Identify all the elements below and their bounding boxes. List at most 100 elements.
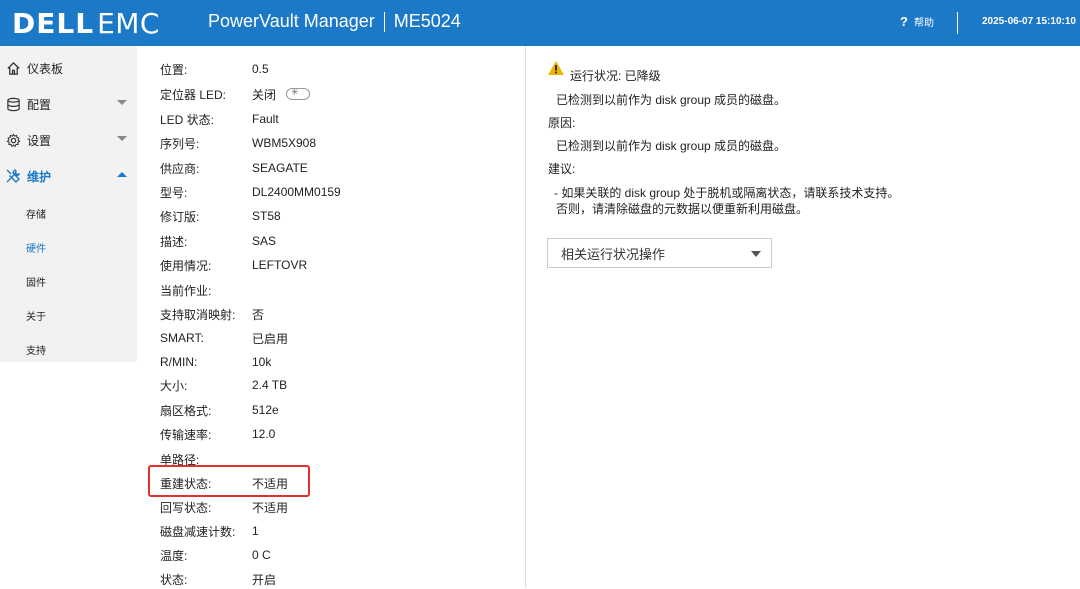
reason-label: 原因: bbox=[548, 116, 576, 130]
detail-value: 开启 bbox=[252, 572, 277, 587]
sidebar-item-label: 维护 bbox=[27, 169, 52, 184]
logo-emc-text: EMC bbox=[97, 6, 160, 40]
detail-label: 扇区格式: bbox=[160, 403, 212, 418]
detail-value: 不适用 bbox=[252, 500, 289, 515]
detail-row-current-job: 当前作业: bbox=[160, 280, 500, 300]
detail-label: 修订版: bbox=[160, 209, 200, 224]
chevron-down-icon bbox=[117, 136, 127, 141]
gear-icon bbox=[5, 132, 21, 148]
detail-label: 支持取消映射: bbox=[160, 307, 236, 322]
detail-row-sector-format: 扇区格式: 512e bbox=[160, 400, 500, 420]
recommendation-line-1: - 如果关联的 disk group 处于脱机或隔离状态，请联系技术支持。 bbox=[554, 186, 900, 200]
detail-value: LEFTOVR bbox=[252, 258, 308, 272]
top-header: DELL EMC PowerVault Manager ME5024 ? 帮助 … bbox=[0, 0, 1080, 46]
detail-row-model: 型号: DL2400MM0159 bbox=[160, 182, 500, 202]
detail-value: 1 bbox=[252, 524, 259, 538]
detail-value: SAS bbox=[252, 234, 277, 248]
detail-label: 序列号: bbox=[160, 136, 200, 151]
detail-label: 大小: bbox=[160, 378, 188, 393]
detail-label: 型号: bbox=[160, 185, 188, 200]
sidebar: 仪表板 配置 设置 维护 存储 硬件 固件 关于 支持 bbox=[0, 46, 137, 362]
tools-icon bbox=[5, 168, 21, 184]
sidebar-item-label: 配置 bbox=[27, 97, 52, 112]
subnav-firmware[interactable]: 固件 bbox=[26, 274, 46, 289]
detail-value-wrap: 关闭 bbox=[252, 86, 311, 103]
detail-value: 2.4 TB bbox=[252, 378, 288, 392]
detail-row-rpm: R/MIN: 10k bbox=[160, 352, 500, 372]
sidebar-item-label: 设置 bbox=[27, 133, 52, 148]
recommendation-label: 建议: bbox=[548, 162, 576, 176]
sidebar-item-dashboard[interactable]: 仪表板 bbox=[0, 50, 137, 86]
detail-value: 关闭 bbox=[252, 87, 277, 102]
detail-row-transfer-rate: 传输速率: 12.0 bbox=[160, 424, 500, 444]
health-status-text: 已检测到以前作为 disk group 成员的磁盘。 bbox=[556, 93, 787, 107]
sidebar-item-maintenance[interactable]: 维护 bbox=[0, 158, 137, 194]
title-separator bbox=[383, 11, 385, 32]
detail-label: SMART: bbox=[160, 331, 204, 345]
detail-label: 描述: bbox=[160, 234, 188, 249]
product-name: PowerVault Manager bbox=[208, 11, 375, 31]
help-button[interactable]: ? 帮助 bbox=[900, 14, 934, 29]
detail-label: 磁盘减速计数: bbox=[160, 524, 236, 539]
sidebar-item-configuration[interactable]: 配置 bbox=[0, 86, 137, 122]
locator-led-toggle[interactable] bbox=[286, 87, 311, 100]
header-separator bbox=[957, 12, 958, 34]
home-icon bbox=[5, 60, 21, 76]
detail-value: DL2400MM0159 bbox=[252, 185, 341, 199]
detail-row-serial: 序列号: WBM5X908 bbox=[160, 133, 500, 153]
subnav-about[interactable]: 关于 bbox=[26, 308, 46, 323]
warning-icon bbox=[547, 60, 565, 76]
detail-label: LED 状态: bbox=[160, 112, 215, 127]
detail-label: 状态: bbox=[160, 572, 188, 587]
sidebar-item-settings[interactable]: 设置 bbox=[0, 122, 137, 158]
detail-value: 0.5 bbox=[252, 62, 269, 76]
detail-label: 定位器 LED: bbox=[160, 87, 227, 102]
detail-row-size: 大小: 2.4 TB bbox=[160, 375, 500, 395]
logo-dell-text: DELL bbox=[12, 6, 95, 40]
detail-row-description: 描述: SAS bbox=[160, 231, 500, 251]
dropdown-label: 相关运行状况操作 bbox=[561, 246, 666, 262]
detail-label: 使用情况: bbox=[160, 258, 212, 273]
detail-value: 否 bbox=[252, 307, 265, 322]
reason-text: 已检测到以前作为 disk group 成员的磁盘。 bbox=[556, 139, 787, 153]
detail-row-locator-led: 定位器 LED: 关闭 bbox=[160, 84, 500, 104]
health-actions-dropdown[interactable]: 相关运行状况操作 bbox=[547, 238, 772, 268]
chevron-down-icon bbox=[751, 251, 761, 257]
health-status: 运行状况: 已降级 bbox=[570, 69, 661, 83]
detail-value: 512e bbox=[252, 403, 279, 417]
detail-row-temperature: 温度: 0 C bbox=[160, 545, 500, 565]
detail-row-vendor: 供应商: SEAGATE bbox=[160, 158, 500, 178]
chevron-up-icon bbox=[117, 172, 127, 177]
detail-value: WBM5X908 bbox=[252, 136, 317, 150]
dell-emc-logo: DELL EMC bbox=[12, 6, 160, 40]
detail-row-writeback-status: 回写状态: 不适用 bbox=[160, 497, 500, 517]
detail-row-spindown-count: 磁盘减速计数: 1 bbox=[160, 521, 500, 541]
rebuild-status-highlight bbox=[148, 465, 310, 497]
detail-label: 供应商: bbox=[160, 161, 200, 176]
system-name: ME5024 bbox=[393, 11, 461, 31]
detail-row-location: 位置: 0.5 bbox=[160, 59, 500, 79]
detail-row-unmap: 支持取消映射: 否 bbox=[160, 304, 500, 324]
product-title: PowerVault Manager ME5024 bbox=[208, 11, 461, 32]
subnav-support[interactable]: 支持 bbox=[26, 342, 46, 357]
detail-label: 位置: bbox=[160, 62, 188, 77]
detail-row-smart: SMART: 已启用 bbox=[160, 328, 500, 348]
detail-value: SEAGATE bbox=[252, 161, 308, 175]
detail-label: 回写状态: bbox=[160, 500, 212, 515]
detail-value: 已启用 bbox=[252, 331, 289, 346]
detail-row-led-status: LED 状态: Fault bbox=[160, 109, 500, 129]
detail-row-state: 状态: 开启 bbox=[160, 569, 500, 589]
detail-value: 0 C bbox=[252, 548, 271, 562]
help-label: 帮助 bbox=[913, 18, 934, 29]
detail-value: Fault bbox=[252, 112, 279, 126]
recommendation-line-2: 否则，请清除磁盘的元数据以便重新利用磁盘。 bbox=[556, 202, 809, 216]
database-icon bbox=[5, 96, 21, 112]
detail-value: ST58 bbox=[252, 209, 281, 223]
detail-value: 10k bbox=[252, 355, 272, 369]
subnav-storage[interactable]: 存储 bbox=[26, 206, 46, 221]
chevron-down-icon bbox=[117, 100, 127, 105]
detail-label: R/MIN: bbox=[160, 355, 198, 369]
detail-row-revision: 修订版: ST58 bbox=[160, 206, 500, 226]
subnav-hardware[interactable]: 硬件 bbox=[26, 240, 46, 255]
detail-label: 当前作业: bbox=[160, 283, 212, 298]
